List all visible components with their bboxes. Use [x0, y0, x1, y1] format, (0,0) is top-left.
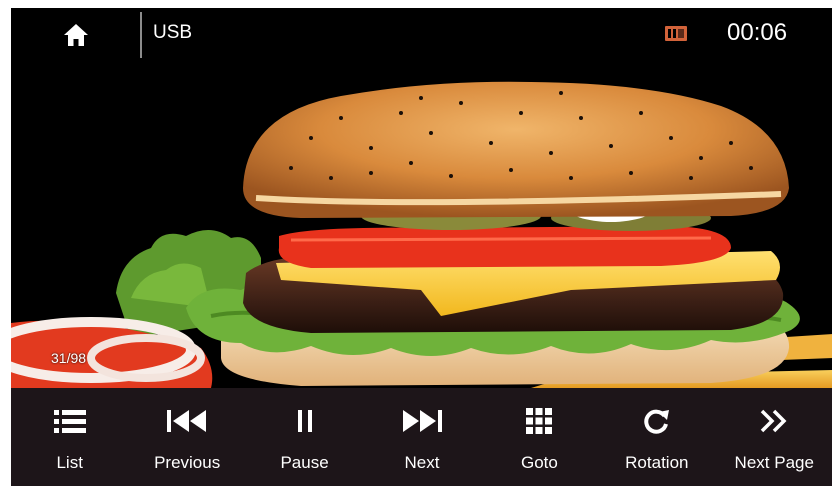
rotation-button[interactable]: Rotation	[598, 388, 715, 486]
home-button[interactable]	[51, 20, 101, 50]
next-label: Next	[404, 453, 440, 472]
list-button[interactable]: List	[11, 388, 128, 486]
goto-button[interactable]: Goto	[481, 388, 598, 486]
previous-icon	[167, 410, 207, 432]
pause-icon	[297, 410, 312, 432]
grid-icon	[526, 408, 553, 434]
next-button[interactable]: Next	[363, 388, 480, 486]
sd-card-icon	[665, 26, 687, 41]
list-icon	[53, 410, 86, 433]
rotate-icon	[644, 409, 669, 434]
previous-button[interactable]: Previous	[128, 388, 245, 486]
control-bar: List Previous Pause Next Goto Rotation N…	[11, 388, 832, 486]
photo-counter: 31/98	[51, 350, 87, 366]
header-divider	[140, 12, 142, 58]
rotation-label: Rotation	[625, 453, 689, 472]
source-label: USB	[153, 22, 193, 43]
clock: 00:06	[727, 19, 788, 46]
home-icon	[64, 24, 88, 46]
pause-button[interactable]: Pause	[246, 388, 363, 486]
pause-label: Pause	[280, 453, 329, 472]
next-icon	[402, 410, 442, 432]
goto-label: Goto	[520, 453, 558, 472]
next-page-button[interactable]: Next Page	[716, 388, 832, 486]
media-player-screen: USB 00:06 31/98 List Previous Pause Next…	[11, 8, 832, 486]
status-bar: USB 00:06	[11, 8, 832, 58]
double-chevron-right-icon	[760, 409, 787, 433]
next-page-label: Next Page	[734, 453, 814, 472]
list-label: List	[56, 453, 83, 472]
previous-label: Previous	[154, 453, 221, 472]
photo-viewer[interactable]: 31/98	[11, 58, 832, 388]
burger-photo	[11, 58, 832, 388]
